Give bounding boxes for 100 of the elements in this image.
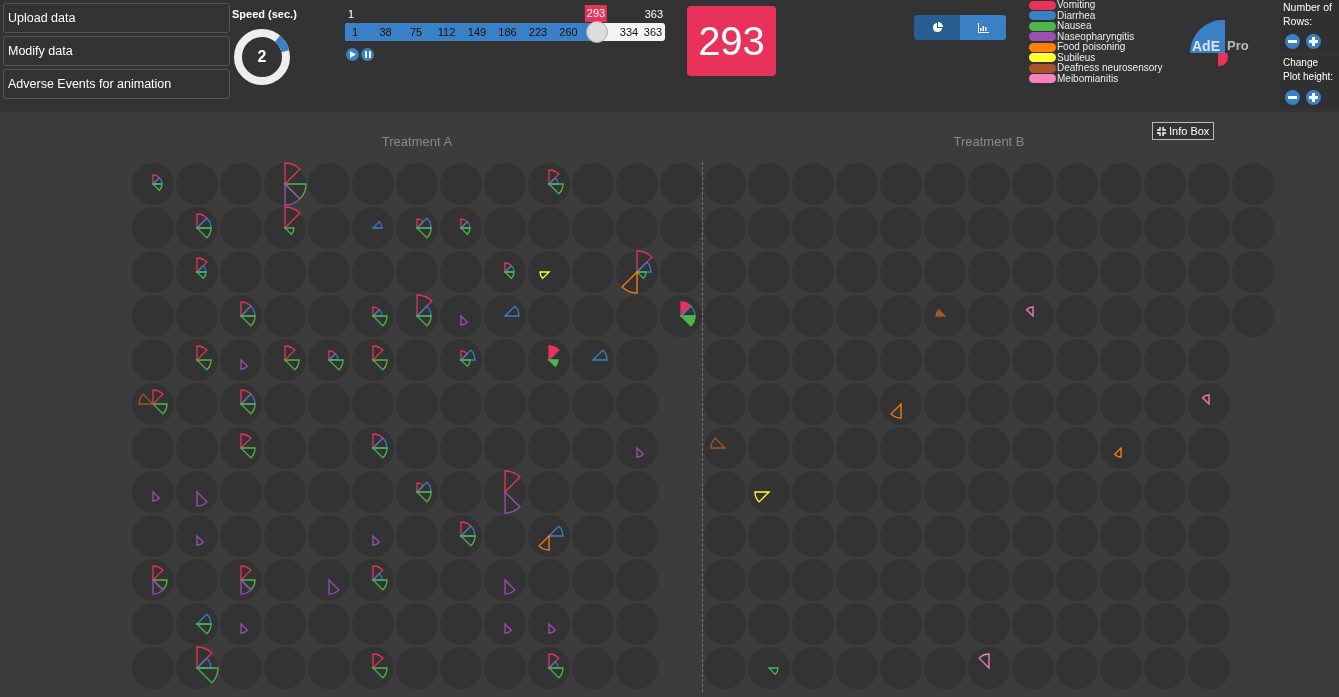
event-glyph-drawing <box>416 294 433 327</box>
patient-circle <box>308 163 350 205</box>
bar-view-tab[interactable] <box>960 15 1006 40</box>
legend-label: Food poisoning <box>1057 42 1126 53</box>
event-glyph-drawing <box>196 646 219 684</box>
event-glyph-drawing <box>504 470 521 514</box>
minus-button[interactable] <box>1285 90 1300 105</box>
slider-tick-label: 75 <box>409 24 423 40</box>
patient-circle <box>220 339 262 381</box>
info-box-button[interactable]: Info Box <box>1152 122 1215 140</box>
event-glyph-drawing <box>196 257 208 279</box>
patient-circle <box>220 427 262 469</box>
event-glyph-drawing <box>372 345 388 371</box>
event-glyph-drawing <box>196 535 204 546</box>
slider-tick-label: 149 <box>467 24 487 40</box>
menu-button[interactable]: Modify data <box>3 36 230 66</box>
patient-circle <box>704 471 746 513</box>
logo: AdE Pro <box>1190 20 1256 66</box>
plus-button[interactable] <box>1306 34 1321 49</box>
patient-circle <box>1188 383 1230 425</box>
patient-circle <box>220 559 262 601</box>
speed-knob[interactable]: 2 <box>232 26 292 87</box>
event-glyph-drawing <box>460 315 468 326</box>
patient-circle <box>528 647 570 689</box>
event-glyph-drawing <box>978 653 990 669</box>
event-glyph-drawing <box>196 491 208 507</box>
patient-circle <box>704 207 746 249</box>
slider-tick-label: 363 <box>643 24 663 40</box>
event-glyph-drawing <box>328 350 344 371</box>
event-glyph-drawing <box>460 521 476 547</box>
patient-circle <box>440 207 482 249</box>
patient-circle <box>352 295 394 337</box>
patient-circle <box>616 295 658 337</box>
event-glyph-drawing <box>372 221 383 229</box>
patient-circle <box>440 339 482 381</box>
patient-circle <box>484 427 526 469</box>
patient-circle <box>748 471 790 513</box>
patient-circle <box>352 207 394 249</box>
menu-button[interactable]: Upload data <box>3 3 230 33</box>
pause-button[interactable] <box>361 48 374 61</box>
event-glyph-drawing <box>328 579 340 595</box>
event-glyph-drawing <box>460 218 471 235</box>
menu-button[interactable]: Adverse Events for animation <box>3 69 230 99</box>
patient-circle <box>616 427 658 469</box>
slider-current-label: 293 <box>584 5 608 22</box>
patient-circle <box>660 251 702 293</box>
event-glyph-drawing <box>152 491 160 502</box>
patient-circle <box>572 339 614 381</box>
pie-view-tab[interactable] <box>914 15 960 40</box>
event-glyph-drawing <box>240 565 256 595</box>
patient-circle <box>440 295 482 337</box>
patient-circle <box>352 515 394 557</box>
event-glyph-drawing <box>538 525 564 551</box>
patient-circle <box>484 603 526 645</box>
patient-circle <box>704 163 746 205</box>
day-slider-track[interactable]: 1 38 75 112 149 186 223 260 334 363 <box>345 23 665 41</box>
patient-circle <box>704 339 746 381</box>
patient-circle <box>220 603 262 645</box>
event-glyph-drawing <box>372 653 388 679</box>
event-glyph-drawing <box>548 345 560 367</box>
patient-circle <box>484 295 526 337</box>
plus-button[interactable] <box>1306 90 1321 105</box>
patient-circle <box>308 559 350 601</box>
minus-button[interactable] <box>1285 34 1300 49</box>
patient-circle <box>132 163 174 205</box>
event-glyph-drawing <box>768 667 779 675</box>
event-glyph-drawing <box>1026 306 1034 317</box>
patient-circle <box>264 163 306 205</box>
patient-circle <box>176 339 218 381</box>
patient-circle <box>484 251 526 293</box>
patient-circle <box>264 207 306 249</box>
slider-tick-label: 186 <box>498 24 517 40</box>
event-glyph-drawing <box>754 491 770 503</box>
patient-circle <box>396 251 438 293</box>
event-glyph-drawing <box>548 169 564 195</box>
legend-label: Vomiting <box>1057 0 1096 11</box>
legend-label: Subileus <box>1057 52 1096 63</box>
slider-min-label: 1 <box>348 7 355 22</box>
event-glyph-drawing <box>504 305 520 317</box>
event-glyph-drawing <box>636 447 644 458</box>
play-button[interactable] <box>346 48 359 61</box>
event-glyph-drawing <box>504 579 516 595</box>
rows-control-label: Number of Rows: <box>1283 0 1334 28</box>
patient-circle <box>220 647 262 689</box>
event-glyph-drawing <box>710 437 726 449</box>
event-glyph-drawing <box>372 433 388 459</box>
event-glyph-drawing <box>504 623 512 634</box>
patient-circle <box>220 383 262 425</box>
patient-circle <box>528 515 570 557</box>
patient-circle <box>352 427 394 469</box>
patient-circle <box>176 603 218 645</box>
patient-circle <box>484 471 526 513</box>
patient-circle <box>748 647 790 689</box>
patient-circle <box>1012 295 1054 337</box>
plus-icon <box>1309 37 1318 46</box>
patient-circle <box>132 471 174 513</box>
event-glyph-drawing <box>240 433 256 459</box>
pause-icon <box>364 51 371 58</box>
event-glyph-drawing <box>240 623 248 634</box>
event-glyph-drawing <box>284 345 300 371</box>
